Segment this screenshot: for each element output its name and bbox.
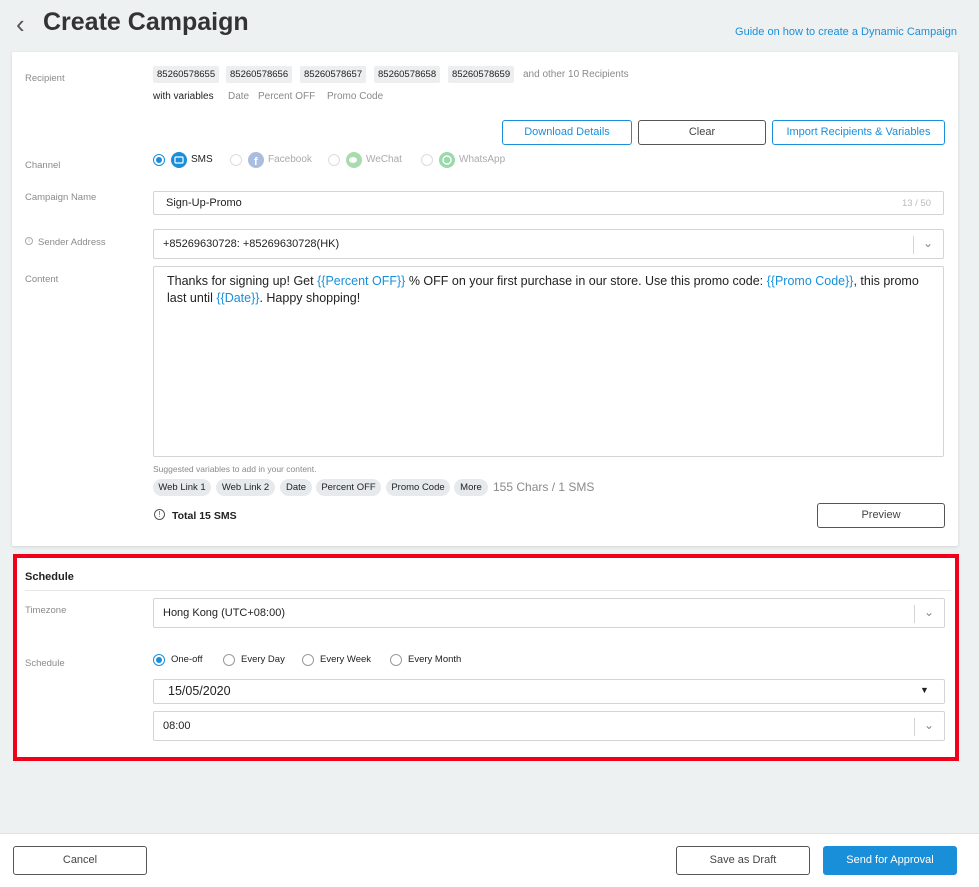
suggested-variable-chip[interactable]: Date [280, 479, 312, 496]
time-value: 08:00 [163, 720, 191, 732]
chevron-down-icon: ⌄ [923, 236, 934, 250]
schedule-label: Schedule [25, 658, 65, 669]
content-text-segment: % OFF on your first purchase in our stor… [405, 274, 767, 288]
guide-link[interactable]: Guide on how to create a Dynamic Campaig… [735, 26, 957, 38]
svg-text:f: f [254, 156, 258, 168]
chars-info: 155 Chars / 1 SMS [493, 480, 595, 494]
wechat-icon [346, 152, 362, 168]
timezone-select[interactable]: Hong Kong (UTC+08:00) ⌄ [153, 598, 945, 628]
select-divider [914, 605, 915, 623]
download-details-button[interactable]: Download Details [502, 120, 632, 145]
time-select[interactable]: 08:00 ⌄ [153, 711, 945, 741]
recipient-chip: 85260578659 [448, 66, 515, 83]
schedule-option-label: Every Day [241, 654, 285, 665]
date-picker[interactable]: 15/05/2020 ▼ [153, 679, 945, 704]
clear-button[interactable]: Clear [638, 120, 766, 145]
content-text-segment: Thanks for signing up! Get [167, 274, 318, 288]
channel-radio-wechat[interactable] [328, 154, 340, 166]
section-divider [25, 590, 951, 591]
import-recipients-button[interactable]: Import Recipients & Variables [772, 120, 945, 145]
schedule-radio-one-off[interactable] [153, 654, 165, 666]
chevron-down-icon: ⌄ [924, 718, 935, 732]
preview-button[interactable]: Preview [817, 503, 945, 528]
char-counter: 13 / 50 [901, 198, 931, 209]
page-header: ‹ Create Campaign Guide on how to create… [0, 0, 979, 52]
variable-name: Date [228, 91, 250, 102]
other-recipients-text: and other 10 Recipients [523, 69, 629, 80]
suggested-variable-chip[interactable]: Promo Code [386, 479, 450, 496]
schedule-radio-every-day[interactable] [223, 654, 235, 666]
channel-option-label: WeChat [366, 154, 402, 165]
recipient-chip: 85260578656 [226, 66, 293, 83]
chevron-down-icon: ⌄ [924, 605, 935, 619]
content-variable: {{Promo Code}} [766, 274, 854, 288]
save-as-draft-button[interactable]: Save as Draft [676, 846, 810, 875]
sender-address-value: +85269630728: +85269630728(HK) [163, 238, 340, 250]
schedule-radio-every-week[interactable] [302, 654, 314, 666]
recipient-chip: 85260578658 [374, 66, 441, 83]
suggested-variable-chip[interactable]: Web Link 2 [216, 479, 275, 496]
total-sms: Total 15 SMS [172, 510, 237, 522]
channel-radio-sms[interactable] [153, 154, 165, 166]
with-variables-label: with variables [153, 91, 214, 102]
sms-icon [171, 152, 187, 168]
campaign-name-value: Sign-Up-Promo [166, 197, 242, 209]
footer-action-bar: Cancel Save as Draft Send for Approval [0, 833, 979, 887]
channel-option-label: SMS [191, 154, 213, 165]
channel-radio-whatsapp[interactable] [421, 154, 433, 166]
campaign-form-card: Recipient 85260578655 85260578656 852605… [12, 52, 958, 546]
campaign-name-label: Campaign Name [25, 192, 97, 203]
content-text-segment: . Happy shopping! [259, 291, 361, 305]
suggested-variable-chip[interactable]: Percent OFF [316, 479, 381, 496]
chevron-left-icon[interactable]: ‹ [16, 10, 25, 38]
schedule-option-label: Every Month [408, 654, 462, 665]
recipient-chip: 85260578657 [300, 66, 367, 83]
channel-option-label: Facebook [268, 154, 312, 165]
more-variables-chip[interactable]: More [454, 479, 488, 496]
variable-name: Percent OFF [258, 91, 316, 102]
schedule-radio-every-month[interactable] [390, 654, 402, 666]
info-icon: i [25, 237, 33, 245]
content-label: Content [25, 274, 59, 285]
schedule-option-label: One-off [171, 654, 203, 665]
channel-radio-facebook[interactable] [230, 154, 242, 166]
cancel-button[interactable]: Cancel [13, 846, 147, 875]
content-variable: {{Date}} [216, 291, 260, 305]
sender-address-select[interactable]: +85269630728: +85269630728(HK) ⌄ [153, 229, 944, 259]
suggested-variable-chip[interactable]: Web Link 1 [153, 479, 211, 496]
select-divider [914, 718, 915, 736]
channel-option-label: WhatsApp [459, 154, 506, 165]
schedule-option-label: Every Week [320, 654, 372, 665]
suggested-variables-hint: Suggested variables to add in your conte… [153, 464, 317, 474]
facebook-icon: f [248, 152, 264, 168]
whatsapp-icon [439, 152, 455, 168]
timezone-label: Timezone [25, 605, 67, 616]
timezone-value: Hong Kong (UTC+08:00) [163, 607, 285, 619]
channel-label: Channel [25, 160, 61, 171]
schedule-section: Schedule Timezone Hong Kong (UTC+08:00) … [13, 554, 959, 761]
sender-address-label: Sender Address [38, 237, 106, 248]
recipient-label: Recipient [25, 73, 65, 84]
recipient-chip: 85260578655 [153, 66, 220, 83]
content-variable: {{Percent OFF}} [317, 274, 406, 288]
content-message: Thanks for signing up! Get {{Percent OFF… [167, 273, 937, 307]
send-for-approval-button[interactable]: Send for Approval [823, 846, 957, 875]
select-divider [913, 236, 914, 254]
warning-icon: ! [154, 509, 165, 520]
caret-down-icon: ▼ [920, 685, 929, 695]
campaign-name-input[interactable]: Sign-Up-Promo 13 / 50 [153, 191, 944, 215]
page-title: Create Campaign [43, 8, 249, 36]
schedule-section-title: Schedule [25, 571, 74, 583]
date-value: 15/05/2020 [168, 684, 231, 698]
content-textarea[interactable]: Thanks for signing up! Get {{Percent OFF… [153, 266, 944, 457]
variable-name: Promo Code [327, 91, 384, 102]
